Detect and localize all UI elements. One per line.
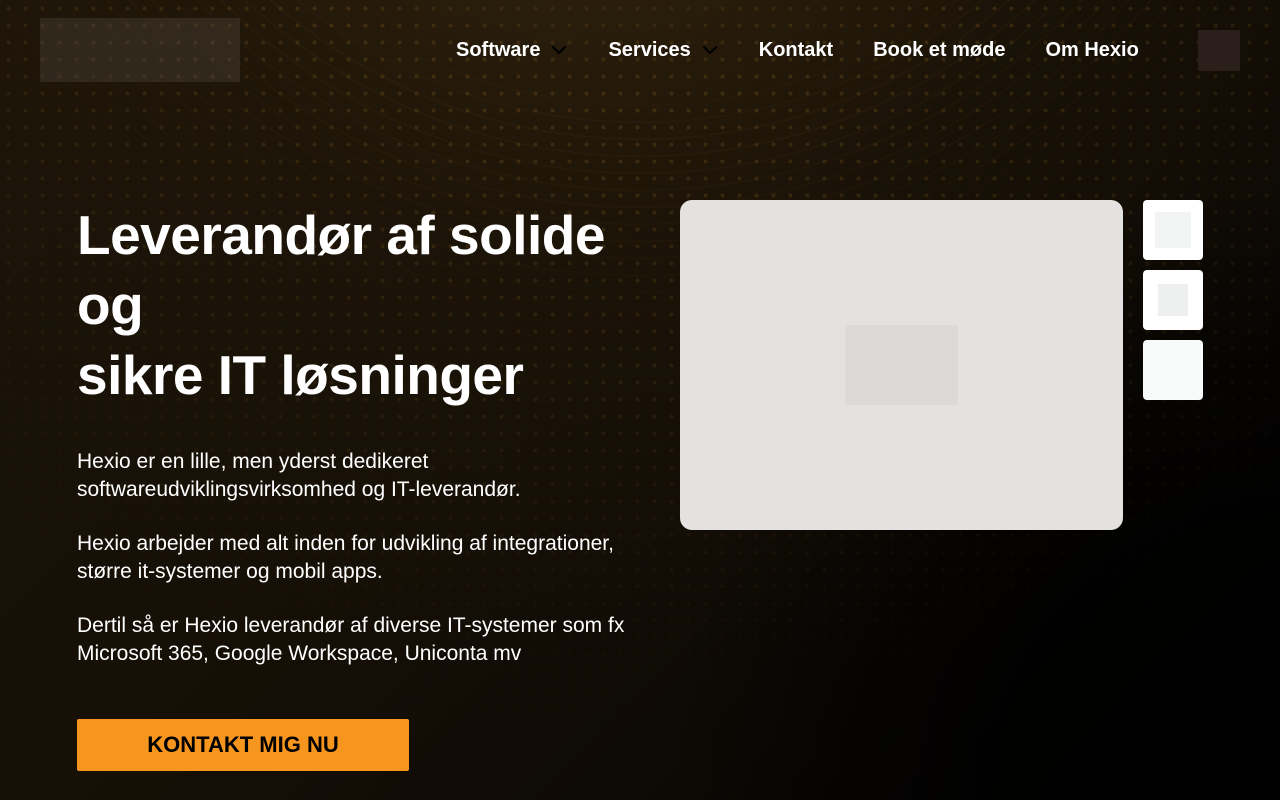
contact-me-button[interactable]: KONTAKT MIG NU <box>77 719 409 771</box>
hero-paragraph: Hexio arbejder med alt inden for udvikli… <box>77 532 614 583</box>
hero-title-line: og <box>77 274 144 336</box>
thumbnail-image <box>1158 284 1188 316</box>
image-placeholder <box>845 325 958 405</box>
nav-item-label: Software <box>456 38 541 61</box>
thumbnail[interactable] <box>1143 200 1203 260</box>
hero-title: Leverandør af solide og sikre IT løsning… <box>77 200 637 410</box>
chevron-down-icon <box>552 45 567 55</box>
nav-item-services[interactable]: Services <box>608 39 718 62</box>
hero-title-line: sikre IT løsninger <box>77 344 524 406</box>
nav-item-book-meeting[interactable]: Book et møde <box>873 39 1005 62</box>
nav-item-label: Services <box>608 38 691 61</box>
nav-item-about[interactable]: Om Hexio <box>1045 39 1138 62</box>
thumbnail-image <box>1155 212 1191 248</box>
nav-item-label: Book et møde <box>873 38 1006 61</box>
nav-item-label: Om Hexio <box>1045 38 1139 61</box>
image-preview[interactable] <box>680 200 1123 530</box>
hero-title-line: Leverandør af solide <box>77 204 605 266</box>
main-navigation: Software Services Kontakt Book et møde O… <box>456 30 1139 70</box>
nav-item-kontakt[interactable]: Kontakt <box>759 39 833 62</box>
thumbnail[interactable] <box>1143 270 1203 330</box>
hero-paragraph: Hexio er en lille, men yderst dedikeret … <box>77 450 521 501</box>
thumbnail-image <box>1155 352 1191 388</box>
nav-item-label: Kontakt <box>758 38 834 61</box>
nav-item-software[interactable]: Software <box>456 39 568 62</box>
menu-button[interactable] <box>1198 30 1240 71</box>
chevron-down-icon <box>702 45 717 55</box>
thumbnail[interactable] <box>1143 340 1203 400</box>
logo[interactable] <box>40 18 240 82</box>
hero-paragraph: Dertil så er Hexio leverandør af diverse… <box>77 614 625 665</box>
hero-section: Leverandør af solide og sikre IT løsning… <box>77 200 637 668</box>
